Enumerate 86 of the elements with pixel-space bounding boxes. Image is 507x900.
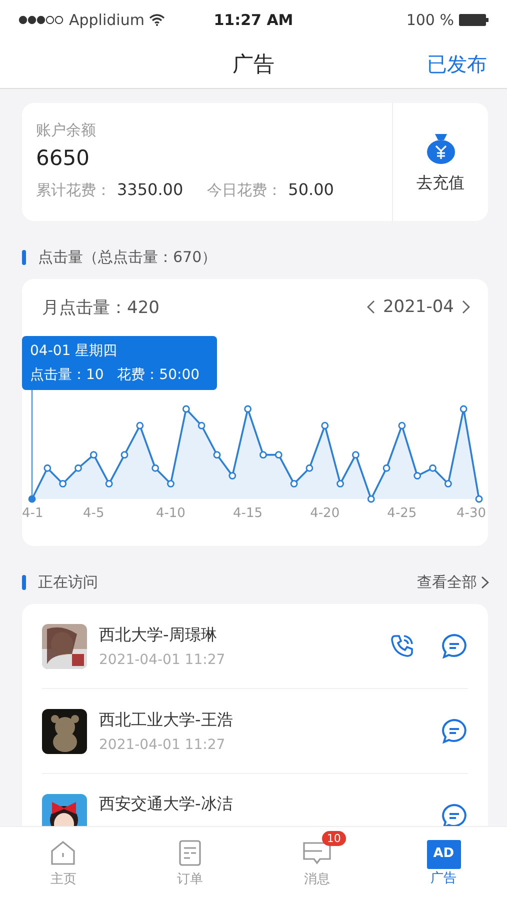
axis-label: 4-25 xyxy=(387,506,417,519)
data-point xyxy=(182,405,190,413)
chevron-right-icon xyxy=(481,576,489,588)
data-point xyxy=(120,451,128,459)
chevron-right-icon xyxy=(462,300,470,314)
month-label: 2021-04 xyxy=(382,297,454,317)
battery-percent: 100 % xyxy=(406,11,454,29)
data-point xyxy=(429,464,436,472)
visitor-name: 西安交通大学-冰洁 xyxy=(99,794,234,816)
page-title: 广告 xyxy=(232,51,274,78)
data-point xyxy=(290,480,298,488)
data-point xyxy=(44,464,52,472)
wifi-icon xyxy=(149,14,166,26)
section-title: 正在访问 xyxy=(38,572,99,592)
axis-label: 4-5 xyxy=(83,506,104,519)
data-point xyxy=(382,464,390,472)
unread-badge: 10 xyxy=(322,831,346,846)
data-point xyxy=(213,451,221,459)
data-point xyxy=(260,451,267,459)
chat-bubble-icon xyxy=(441,632,468,660)
data-point xyxy=(105,480,113,488)
tab-item[interactable]: 订单 xyxy=(126,827,254,900)
data-point xyxy=(167,480,174,488)
data-point xyxy=(414,472,422,480)
data-point xyxy=(321,422,329,430)
today-spend-value: 50.00 xyxy=(288,180,334,199)
tooltip-values: 点击量：10 花费：50:00 xyxy=(30,366,201,384)
data-point xyxy=(367,495,375,503)
view-all-link[interactable]: 查看全部 xyxy=(417,572,489,592)
phone-icon xyxy=(389,633,415,659)
status-time: 11:27 AM xyxy=(214,11,294,29)
data-point xyxy=(28,495,36,503)
battery-icon xyxy=(459,14,489,26)
data-point xyxy=(198,422,206,430)
published-link[interactable]: 已发布 xyxy=(427,50,487,78)
monthly-clicks: 月点击量：420 xyxy=(42,296,160,318)
tab-item[interactable]: 主页 xyxy=(0,827,127,900)
chat-button[interactable] xyxy=(441,632,468,660)
data-point xyxy=(74,464,82,472)
carrier-name: Applidium xyxy=(69,11,144,29)
axis-label: 4-30 xyxy=(456,506,486,519)
data-point xyxy=(398,422,406,430)
today-spend-label: 今日花费： xyxy=(207,181,282,200)
call-button[interactable] xyxy=(389,633,415,659)
section-marker xyxy=(22,574,26,590)
visitor-name: 西北工业大学-王浩 xyxy=(99,710,234,730)
signal-icon xyxy=(18,15,64,25)
visit-time: 2021-04-01 11:27 xyxy=(99,652,226,668)
total-spend-value: 3350.00 xyxy=(117,180,184,199)
data-point xyxy=(274,451,282,459)
chat-bubble-icon xyxy=(441,802,468,826)
axis-label: 4-15 xyxy=(233,506,263,519)
chat-bubble-icon xyxy=(441,718,468,744)
axis-label: 4-10 xyxy=(156,506,186,519)
section-marker xyxy=(22,250,26,264)
total-spend-label: 累计花费： xyxy=(36,181,111,200)
data-point xyxy=(152,464,159,472)
data-point xyxy=(228,472,236,480)
data-point xyxy=(475,495,483,503)
home-icon xyxy=(49,839,78,867)
visitor-name: 西北大学-周璟琳 xyxy=(99,624,218,646)
visit-time: 2021-04-01 11:27 xyxy=(99,736,226,752)
tab-item[interactable]: AD 广告 xyxy=(380,827,507,900)
recharge-button[interactable]: 去充值 xyxy=(393,103,488,221)
data-point xyxy=(244,405,252,413)
section-title: 点击量（总点击量：670） xyxy=(38,248,218,266)
ad-icon: AD xyxy=(426,840,461,866)
previous-month-button[interactable] xyxy=(366,300,375,314)
balance-amount: 6650 xyxy=(36,146,90,170)
tooltip-date: 04-01 星期四 xyxy=(30,342,118,360)
data-point xyxy=(59,480,67,488)
data-point xyxy=(444,480,452,488)
tab-item[interactable]: 消息 10 xyxy=(254,827,380,900)
data-point xyxy=(136,422,144,430)
chat-button[interactable] xyxy=(441,802,468,826)
axis-label: 4-20 xyxy=(310,506,340,519)
data-point xyxy=(336,480,344,488)
next-month-button[interactable] xyxy=(462,300,470,314)
data-point xyxy=(460,405,468,413)
chevron-left-icon xyxy=(366,300,375,314)
axis-label: 4-1 xyxy=(22,506,44,519)
balance-label: 账户余额 xyxy=(36,121,97,140)
data-point xyxy=(90,451,98,459)
data-point xyxy=(352,451,360,459)
chat-button[interactable] xyxy=(441,718,468,744)
data-point xyxy=(306,464,314,472)
